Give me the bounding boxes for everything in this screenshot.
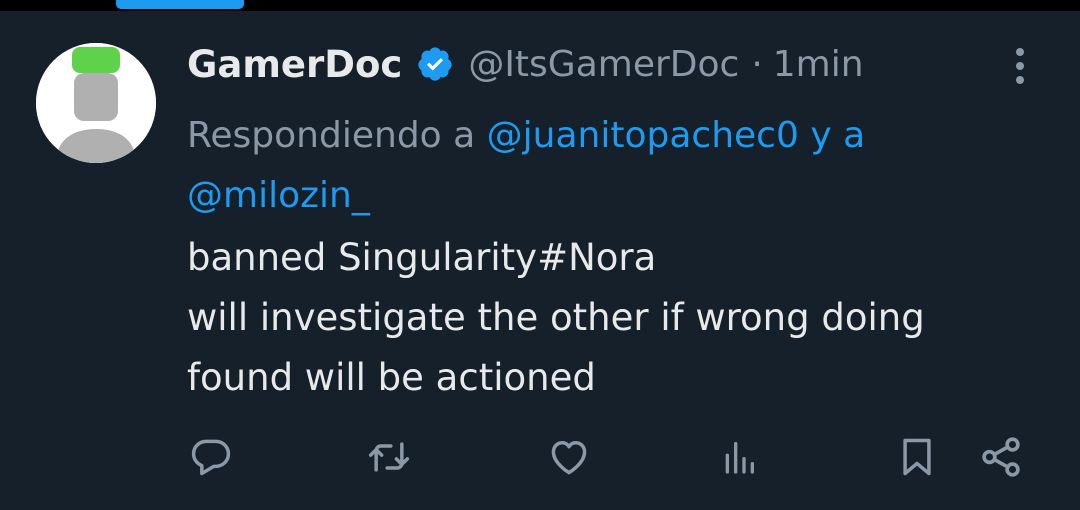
mention-link[interactable]: @juanitopachec0: [487, 115, 799, 156]
views-icon: [725, 442, 754, 474]
like-button[interactable]: [544, 432, 594, 482]
reply-prefix: Respondiendo a: [187, 115, 476, 156]
reply-icon: [191, 439, 231, 476]
tweet-text: banned Singularity#Nora will investigate…: [187, 228, 1037, 408]
reply-context: Respondiendo a @juanitopachec0 y a @milo…: [187, 106, 987, 226]
user-handle[interactable]: @ItsGamerDoc: [468, 44, 739, 85]
verified-badge-icon: [416, 45, 454, 83]
separator-dot: ·: [751, 43, 763, 85]
tweet-actions: [0, 432, 1080, 488]
retweet-icon: [368, 442, 410, 472]
bookmark-button[interactable]: [892, 432, 942, 482]
display-name[interactable]: GamerDoc: [187, 43, 402, 86]
tweet-header: GamerDoc @ItsGamerDoc · 1min: [187, 40, 864, 88]
more-vertical-icon[interactable]: [1008, 46, 1032, 86]
reply-button[interactable]: [186, 432, 236, 482]
reply-and: y a: [810, 115, 866, 156]
share-button[interactable]: [976, 432, 1026, 482]
status-bar: [0, 0, 1080, 11]
tweet-text-line: found will be actioned: [187, 356, 596, 399]
share-icon: [982, 437, 1020, 477]
bookmark-icon: [903, 438, 931, 476]
heart-icon: [551, 440, 587, 475]
tweet-timestamp[interactable]: 1min: [773, 44, 864, 85]
retweet-button[interactable]: [364, 432, 414, 482]
avatar[interactable]: [36, 43, 156, 163]
views-button[interactable]: [714, 432, 764, 482]
tweet-text-line: banned Singularity#Nora: [187, 236, 657, 279]
mention-link[interactable]: @milozin_: [187, 175, 370, 216]
active-tab-indicator: [116, 0, 244, 9]
tweet-text-line: will investigate the other if wrong doin…: [187, 296, 925, 339]
default-avatar-icon: [36, 43, 156, 163]
